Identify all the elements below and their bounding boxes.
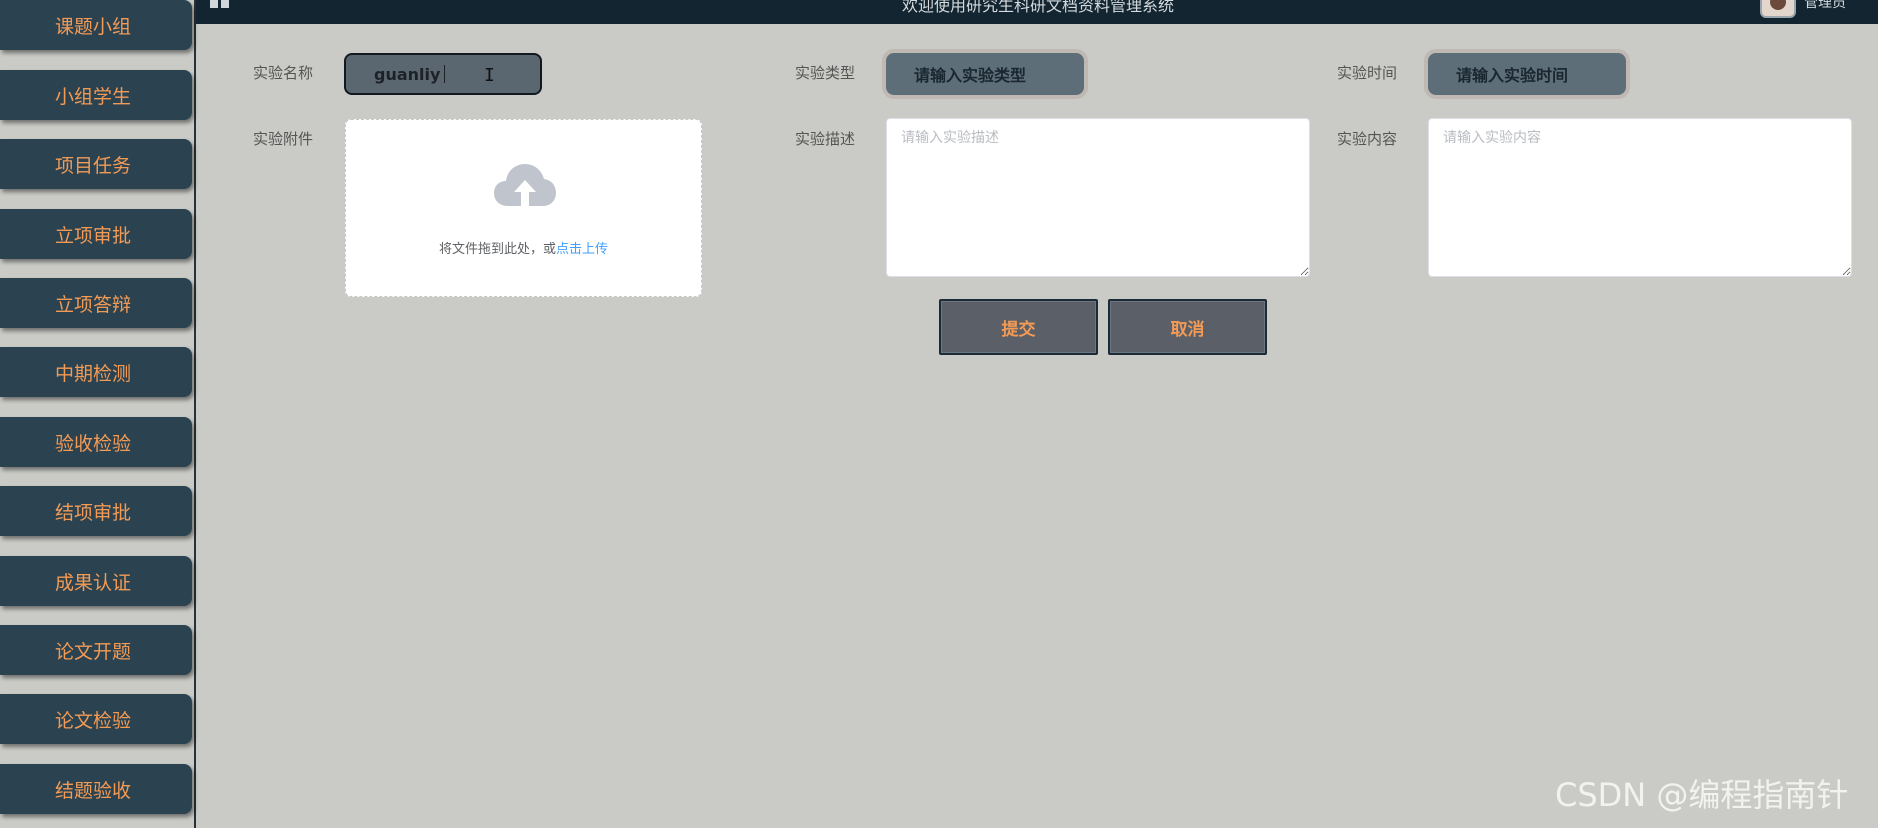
sidebar-item-label: 立项审批 xyxy=(54,224,131,247)
sidebar-item-topic-group[interactable]: 课题小组 xyxy=(0,0,192,50)
sidebar: 课题小组 小组学生 项目任务 立项审批 立项答辩 中期检测 验收检验 结项审批 … xyxy=(0,0,196,828)
sidebar-item-label: 立项答辩 xyxy=(54,293,131,316)
upload-hint-text: 将文件拖到此处，或 xyxy=(438,242,556,257)
avatar[interactable] xyxy=(1760,0,1796,18)
text-caret xyxy=(444,65,446,83)
sidebar-item-label: 结项审批 xyxy=(54,501,131,524)
sidebar-item-group-students[interactable]: 小组学生 xyxy=(0,70,192,120)
sidebar-item-project-tasks[interactable]: 项目任务 xyxy=(0,139,192,189)
watermark: CSDN @编程指南针 xyxy=(1555,776,1849,814)
experiment-content-label: 实验内容 xyxy=(1337,130,1398,148)
submit-button[interactable]: 提交 xyxy=(939,299,1098,355)
sidebar-item-acceptance-test[interactable]: 验收检验 xyxy=(0,417,192,467)
experiment-attachment-label: 实验附件 xyxy=(253,130,314,148)
experiment-time-label: 实验时间 xyxy=(1337,64,1398,82)
sidebar-item-result-certification[interactable]: 成果认证 xyxy=(0,556,192,606)
menu-toggle-icon[interactable] xyxy=(210,0,230,8)
experiment-type-input[interactable]: 请输入实验类型 xyxy=(886,53,1084,95)
experiment-name-value: guanliy xyxy=(374,64,441,84)
sidebar-item-label: 项目任务 xyxy=(54,154,131,177)
text-cursor-icon: I xyxy=(484,65,495,86)
sidebar-item-label: 成果认证 xyxy=(54,571,131,594)
sidebar-item-label: 论文开题 xyxy=(54,640,131,663)
sidebar-item-final-acceptance[interactable]: 结题验收 xyxy=(0,764,192,814)
sidebar-item-midterm-check[interactable]: 中期检测 xyxy=(0,347,192,397)
experiment-description-label: 实验描述 xyxy=(795,130,856,148)
experiment-time-input[interactable]: 请输入实验时间 xyxy=(1428,53,1626,95)
experiment-name-label: 实验名称 xyxy=(253,64,314,82)
top-bar: 欢迎使用研究生科研文档资料管理系统 管理员 xyxy=(196,0,1878,24)
experiment-type-placeholder: 请输入实验类型 xyxy=(914,66,1027,85)
cancel-button[interactable]: 取消 xyxy=(1108,299,1267,355)
experiment-time-placeholder: 请输入实验时间 xyxy=(1456,66,1569,85)
welcome-title: 欢迎使用研究生科研文档资料管理系统 xyxy=(902,0,1175,15)
sidebar-item-label: 结题验收 xyxy=(54,779,131,802)
sidebar-item-project-defense[interactable]: 立项答辩 xyxy=(0,278,192,328)
username[interactable]: 管理员 xyxy=(1804,0,1846,12)
sidebar-item-thesis-proposal[interactable]: 论文开题 xyxy=(0,625,192,675)
sidebar-item-project-approval[interactable]: 立项审批 xyxy=(0,209,192,259)
upload-link[interactable]: 点击上传 xyxy=(556,242,608,257)
experiment-type-label: 实验类型 xyxy=(795,64,856,82)
upload-cloud-icon xyxy=(494,164,556,206)
sidebar-item-label: 论文检验 xyxy=(54,709,131,732)
file-upload-dropzone[interactable]: 将文件拖到此处，或点击上传 xyxy=(345,119,702,297)
sidebar-item-label: 课题小组 xyxy=(54,15,131,38)
sidebar-item-label: 验收检验 xyxy=(54,432,131,455)
sidebar-item-closing-approval[interactable]: 结项审批 xyxy=(0,486,192,536)
sidebar-item-label: 中期检测 xyxy=(54,362,131,385)
sidebar-item-label: 小组学生 xyxy=(54,85,131,108)
upload-instructions: 将文件拖到此处，或点击上传 xyxy=(346,238,701,257)
experiment-name-input[interactable]: guanliy xyxy=(344,53,542,95)
experiment-description-textarea[interactable] xyxy=(886,118,1310,277)
sidebar-item-thesis-check[interactable]: 论文检验 xyxy=(0,694,192,744)
experiment-content-textarea[interactable] xyxy=(1428,118,1852,277)
